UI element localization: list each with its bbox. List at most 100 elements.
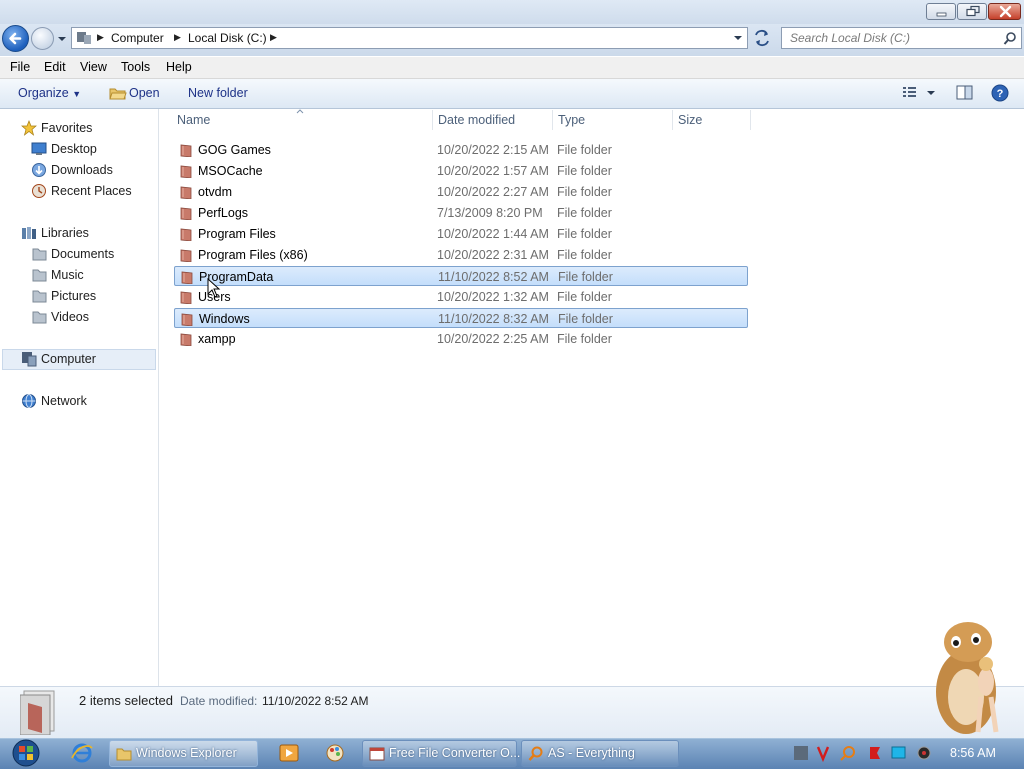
file-row[interactable]: ProgramData 11/10/2022 8:52 AM File folder <box>174 266 748 286</box>
file-name: Windows <box>199 312 250 326</box>
nav-desktop[interactable]: Desktop <box>51 139 97 159</box>
taskbar-button-free-file-converter[interactable]: Free File Converter O... <box>362 740 520 767</box>
file-name: GOG Games <box>198 143 271 157</box>
column-header-date-modified[interactable]: Date modified <box>438 113 515 131</box>
address-bar[interactable]: ▶ Computer ▶ Local Disk (C:) ▶ <box>71 27 748 49</box>
title-bar <box>0 0 1024 24</box>
taskbar-button-everything[interactable]: AS - Everything <box>521 740 679 767</box>
file-name: PerfLogs <box>198 206 249 220</box>
file-date-modified: 10/20/2022 2:27 AM <box>437 185 549 199</box>
file-row[interactable]: GOG Games 10/20/2022 2:15 AM File folder <box>174 140 748 160</box>
nav-videos[interactable]: Videos <box>51 307 89 327</box>
forward-button[interactable] <box>31 27 54 50</box>
preview-pane-icon[interactable] <box>956 85 974 101</box>
file-name: Program Files (x86) <box>198 248 308 262</box>
breadcrumb-separator[interactable]: ▶ <box>270 32 277 43</box>
breadcrumb-separator[interactable]: ▶ <box>97 32 104 43</box>
restore-icon <box>966 5 980 17</box>
file-date-modified: 11/10/2022 8:32 AM <box>438 312 549 326</box>
file-row[interactable]: MSOCache 10/20/2022 1:57 AM File folder <box>174 161 748 181</box>
file-date-modified: 10/20/2022 1:44 AM <box>437 227 549 241</box>
menu-tools[interactable]: Tools <box>121 60 150 74</box>
column-divider[interactable] <box>672 110 673 130</box>
paint-app-icon[interactable] <box>323 742 347 764</box>
file-row[interactable]: otvdm 10/20/2022 2:27 AM File folder <box>174 182 748 202</box>
menu-view[interactable]: View <box>80 60 107 74</box>
media-player-icon[interactable] <box>277 742 301 764</box>
nav-favorites[interactable]: Favorites <box>41 118 92 138</box>
taskbar-button-windows-explorer[interactable]: Windows Explorer <box>109 740 258 767</box>
menu-file[interactable]: File <box>10 60 30 74</box>
nav-computer[interactable]: Computer <box>41 349 96 369</box>
refresh-icon[interactable] <box>750 27 774 49</box>
file-row[interactable]: Users 10/20/2022 1:32 AM File folder <box>174 287 748 307</box>
search-input[interactable] <box>782 28 1006 48</box>
close-button[interactable] <box>988 3 1021 20</box>
organize-button[interactable]: Organize ▼ <box>18 86 81 100</box>
breadcrumb-local-disk[interactable]: Local Disk (C:) <box>188 31 267 45</box>
open-button[interactable]: Open <box>129 86 160 100</box>
mouse-cursor-icon <box>207 278 221 298</box>
nav-music[interactable]: Music <box>51 265 84 285</box>
internet-explorer-icon[interactable] <box>70 742 94 764</box>
documents-icon <box>32 248 47 261</box>
nav-libraries[interactable]: Libraries <box>41 223 89 243</box>
file-row[interactable]: xampp 10/20/2022 2:25 AM File folder <box>174 329 748 349</box>
selection-count: 2 items selected <box>79 693 173 708</box>
file-name: otvdm <box>198 185 233 199</box>
new-folder-button[interactable]: New folder <box>188 86 248 100</box>
address-dropdown-icon[interactable] <box>733 34 743 42</box>
menu-edit[interactable]: Edit <box>44 60 66 74</box>
file-type: File folder <box>557 185 612 199</box>
computer-icon <box>22 352 37 367</box>
file-name: xampp <box>198 332 236 346</box>
nav-documents[interactable]: Documents <box>51 244 114 264</box>
breadcrumb-separator[interactable]: ▶ <box>174 32 181 43</box>
computer-icon <box>77 32 91 44</box>
libraries-icon <box>22 227 36 239</box>
nav-pictures[interactable]: Pictures <box>51 286 96 306</box>
nav-downloads[interactable]: Downloads <box>51 160 113 180</box>
file-converter-icon <box>369 747 385 761</box>
search-box[interactable] <box>781 27 1022 49</box>
file-row[interactable]: PerfLogs 7/13/2009 8:20 PM File folder <box>174 203 748 223</box>
column-divider[interactable] <box>552 110 553 130</box>
file-row[interactable]: Windows 11/10/2022 8:32 AM File folder <box>174 308 748 328</box>
folder-icon <box>180 333 192 346</box>
taskbar-clock[interactable]: 8:56 AM <box>950 746 996 760</box>
svg-text:?: ? <box>997 88 1004 100</box>
view-dropdown-icon[interactable] <box>926 90 936 97</box>
minimize-button[interactable] <box>926 3 956 20</box>
pictures-icon <box>32 290 47 303</box>
videos-icon <box>32 311 47 324</box>
column-header-size[interactable]: Size <box>678 113 702 131</box>
nav-recent-places[interactable]: Recent Places <box>51 181 132 201</box>
file-date-modified: 10/20/2022 1:57 AM <box>437 164 549 178</box>
command-bar: Organize ▼ Open New folder ? <box>0 79 1024 109</box>
restore-button[interactable] <box>957 3 987 20</box>
file-row[interactable]: Program Files (x86) 10/20/2022 2:31 AM Fil… <box>174 245 748 265</box>
details-date-label: Date modified: <box>180 694 258 708</box>
change-view-icon[interactable] <box>902 86 918 100</box>
column-divider[interactable] <box>432 110 433 130</box>
nav-network[interactable]: Network <box>41 391 87 411</box>
desktop-icon <box>31 142 47 155</box>
everything-search-icon <box>528 746 543 761</box>
recent-pages-dropdown-icon[interactable] <box>57 34 67 44</box>
back-button[interactable] <box>2 25 29 52</box>
column-divider[interactable] <box>750 110 751 130</box>
help-icon[interactable]: ? <box>991 84 1009 102</box>
folder-icon <box>180 291 192 304</box>
column-header-type[interactable]: Type <box>558 113 585 131</box>
tray-network-icon <box>891 746 906 759</box>
open-folder-icon[interactable] <box>109 86 127 101</box>
file-type: File folder <box>557 164 612 178</box>
column-header-name[interactable]: Name <box>177 113 210 131</box>
search-icon[interactable] <box>1003 31 1017 45</box>
start-button[interactable] <box>8 738 44 768</box>
breadcrumb-computer[interactable]: Computer <box>111 31 164 45</box>
close-icon <box>999 5 1012 18</box>
menu-help[interactable]: Help <box>166 60 192 74</box>
tray-app-icon <box>794 746 808 760</box>
file-row[interactable]: Program Files 10/20/2022 1:44 AM File fold… <box>174 224 748 244</box>
